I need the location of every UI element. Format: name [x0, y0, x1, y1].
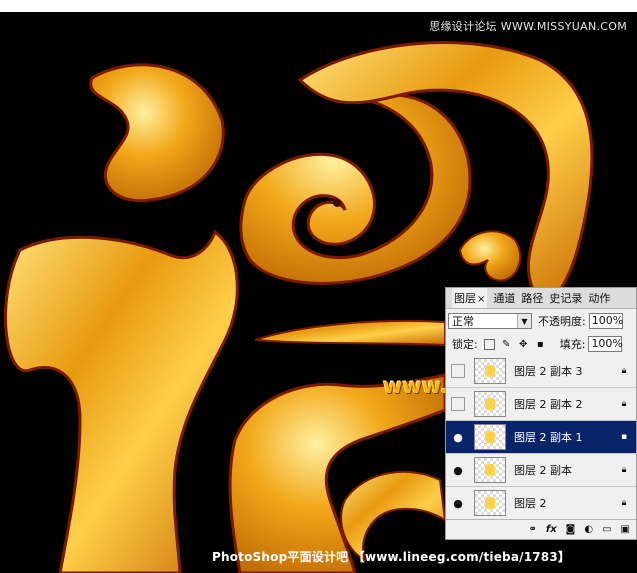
tab-paths[interactable]: 路径	[521, 290, 543, 306]
tab-layers[interactable]: 图层×	[452, 288, 488, 308]
visibility-toggle[interactable]	[450, 396, 466, 412]
layer-row-selected[interactable]: ● 图层 2 副本 1 ▪	[446, 421, 636, 454]
layer-thumbnail	[474, 391, 506, 417]
tab-history[interactable]: 史记录	[549, 290, 582, 306]
blend-mode-select[interactable]: 正常 ▼	[448, 313, 532, 329]
layer-lock-icon: 🔒︎	[621, 399, 627, 409]
lock-brush-icon[interactable]: ✎	[501, 339, 512, 350]
layer-thumbnail	[474, 490, 506, 516]
eye-icon[interactable]: ●	[450, 429, 466, 445]
group-icon[interactable]: ▭	[602, 524, 611, 535]
layer-thumbnail	[474, 424, 506, 450]
layer-name: 图层 2 副本 1	[514, 431, 583, 444]
layer-thumbnail	[474, 457, 506, 483]
opacity-field[interactable]: 100%	[588, 313, 623, 329]
lock-transparent-icon[interactable]	[483, 338, 495, 350]
opacity-label: 不透明度:	[538, 315, 586, 328]
layer-lock-icon: 🔒︎	[621, 465, 627, 475]
layer-row[interactable]: 图层 2 副本 3 🔒︎	[446, 355, 636, 388]
lock-move-icon[interactable]: ✥	[518, 339, 529, 350]
watermark-top: 思缘设计论坛 WWW.MISSYUAN.COM	[429, 20, 627, 33]
lock-all-icon[interactable]: ▪	[535, 339, 546, 350]
fx-icon[interactable]: fx	[546, 524, 557, 535]
blend-mode-value: 正常	[452, 315, 474, 328]
layer-lock-icon: ▪	[620, 432, 628, 442]
link-icon[interactable]: ⚭	[528, 524, 536, 535]
layer-name: 图层 2 副本	[514, 464, 572, 477]
fill-label: 填充:	[559, 338, 586, 351]
chevron-down-icon[interactable]: ▼	[517, 314, 531, 328]
visibility-toggle[interactable]	[450, 363, 466, 379]
lock-row: 锁定: ✎ ✥ ▪ 填充: 100%	[446, 333, 636, 356]
fill-field[interactable]: 100%	[588, 336, 623, 352]
eye-icon[interactable]: ●	[450, 462, 466, 478]
layer-thumbnail	[474, 358, 506, 384]
layer-row[interactable]: 图层 2 副本 2 🔒︎	[446, 388, 636, 421]
layer-name: 图层 2	[514, 497, 547, 510]
layer-lock-icon: 🔒︎	[621, 366, 627, 376]
panel-footer: ⚭ fx ◙ ◐ ▭ ▣	[446, 519, 636, 539]
layer-name: 图层 2 副本 2	[514, 398, 583, 411]
layer-row[interactable]: ● 图层 2 🔒︎	[446, 487, 636, 520]
watermark-bottom: PhotoShop平面设计吧 【www.lineeg.com/tieba/178…	[212, 550, 571, 564]
layer-row[interactable]: ● 图层 2 副本 🔒︎	[446, 454, 636, 487]
adjustment-icon[interactable]: ◐	[584, 524, 593, 535]
close-icon[interactable]: ×	[477, 294, 485, 305]
top-white-strip	[0, 0, 637, 12]
layer-lock-icon: 🔒︎	[621, 498, 627, 508]
layers-panel: 图层× 通道 路径 史记录 动作 正常 ▼ 不透明度: 100% 锁定: ✎ ✥…	[445, 287, 637, 540]
tab-channels[interactable]: 通道	[493, 290, 515, 306]
tab-actions[interactable]: 动作	[588, 290, 610, 306]
mask-icon[interactable]: ◙	[566, 524, 576, 535]
layer-list: 图层 2 副本 3 🔒︎ 图层 2 副本 2 🔒︎ ● 图层 2 副本 1 ▪ …	[446, 355, 636, 520]
new-layer-icon[interactable]: ▣	[621, 524, 630, 535]
eye-icon[interactable]: ●	[450, 495, 466, 511]
lock-label: 锁定:	[452, 338, 478, 351]
panel-tabs: 图层× 通道 路径 史记录 动作	[446, 288, 636, 309]
blend-row: 正常 ▼ 不透明度: 100%	[446, 309, 636, 333]
layer-name: 图层 2 副本 3	[514, 365, 583, 378]
